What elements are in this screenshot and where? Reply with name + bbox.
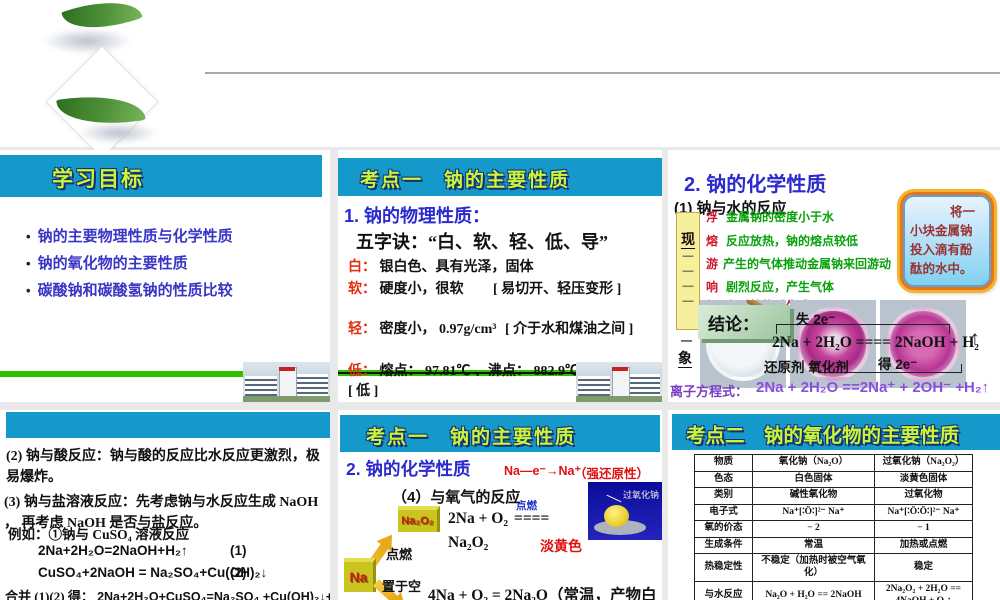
bullet-icon: •	[26, 229, 31, 244]
table-row: 与水反应 Na₂O + H₂O == 2NaOH 2Na₂O₂ + 2H₂O =…	[694, 581, 973, 600]
slide-title: 考点一 钠的主要性质	[360, 170, 571, 191]
phenomenon-desc: 金属钠的密度小于水	[726, 210, 835, 224]
lose-electrons-label: 失 2e⁻	[796, 312, 836, 327]
slow-oxidation-equation: 4Na + O₂ = 2Na₂O（常温，产物白	[428, 587, 657, 600]
equation-2-tag: (2)	[230, 565, 247, 580]
campus-photo	[576, 362, 662, 402]
slide-title: 考点二 钠的氧化物的主要性质	[686, 425, 960, 447]
phenomena-char: 象	[678, 350, 692, 368]
goal-item: • 钠的氧化物的主要性质	[26, 255, 188, 272]
slide-water-reaction: 2. 钠的化学性质 (1) 钠与水的反应 现 — — — — — 象 浮 金属钠…	[668, 150, 1000, 402]
slide-oxides-comparison: 考点二 钠的氧化物的主要性质 物质 氧化钠（Na₂O） 过氧化钠（Na₂O₂） …	[668, 410, 1000, 600]
header-band: 考点一 钠的主要性质	[338, 158, 662, 196]
section-title: 2. 钠的化学性质	[346, 459, 471, 479]
phenomenon-desc: 剧烈反应，产生气体	[726, 280, 835, 294]
color-note: 淡黄色	[540, 538, 582, 554]
phenomenon-desc: 反应放热，钠的熔点较低	[726, 234, 859, 248]
gain-electrons-label: 得 2e⁻	[878, 357, 918, 372]
property-item: 白： 银白色、具有光泽，固体	[348, 260, 534, 275]
peroxide-photo: 过氧化钠	[588, 482, 662, 540]
leaf-shadow	[78, 122, 158, 144]
equation-1-tag: (1)	[230, 543, 247, 558]
table-row: 生成条件 常温 加热或点燃	[694, 536, 973, 554]
slide-title: 考点一 钠的主要性质	[366, 427, 577, 448]
phenomenon-key: 响	[706, 280, 719, 294]
phenomenon-key: 游	[706, 257, 719, 271]
bullet-icon: •	[26, 256, 31, 271]
phenomenon-desc: 产生的气体推动金属钠来回游动	[723, 257, 892, 271]
peroxide-photo-label: 过氧化钠	[622, 490, 659, 500]
campus-photo	[243, 362, 330, 402]
phenomenon-key: 浮	[706, 210, 719, 224]
header-band: 考点二 钠的氧化物的主要性质	[672, 414, 1000, 450]
oxygen-equation-left: 2Na + O₂	[448, 510, 508, 527]
bullet-icon: •	[26, 283, 31, 298]
goal-item: • 钠的主要物理性质与化学性质	[26, 228, 233, 245]
header-band: 考点一 钠的主要性质	[340, 415, 660, 452]
mnemonic-text: 五字诀：“白、软、轻、低、导”	[356, 232, 608, 252]
table-row: 类别 碱性氧化物 过氧化物	[694, 487, 973, 505]
header-band	[6, 412, 330, 438]
combined-equation: 合并 (1)(2) 得： 2Na+2H₂O+CuSO₄=Na₂SO₄ +Cu(O…	[5, 589, 330, 600]
slide-acid-salt-reactions: (2) 钠与酸反应：钠与酸的反应比水反应更激烈，极易爆炸。 (3) 钠与盐溶液反…	[0, 410, 330, 600]
equation-1: 2Na+2H₂O=2NaOH+H₂↑	[38, 543, 188, 558]
slide-learning-goals: 学习目标 • 钠的主要物理性质与化学性质 • 钠的氧化物的主要性质 • 碳酸钠和碳酸氢…	[0, 150, 330, 402]
slide-oxygen-reaction: 考点一 钠的主要性质 2. 钠的化学性质 Na—e⁻→Na⁺ （强还原性） （4…	[338, 410, 662, 600]
na-box: Na	[344, 558, 376, 592]
divider-line	[205, 72, 1000, 74]
oxygen-equation-product: Na₂O₂	[448, 534, 489, 551]
phenomena-char: 现	[681, 231, 695, 249]
table-row: 热稳定性 不稳定（加热时被空气氧化） 稳定	[694, 553, 973, 582]
table-row: 物质 氧化钠（Na₂O） 过氧化钠（Na₂O₂）	[694, 454, 973, 472]
gas-up-arrow: ↑	[970, 328, 980, 349]
redox-note: Na—e⁻→Na⁺	[504, 464, 582, 478]
slide-physical-properties: 考点一 钠的主要性质 1. 钠的物理性质： 五字诀：“白、软、轻、低、导” 白：…	[338, 150, 662, 402]
section-title: 1. 钠的物理性质：	[344, 206, 491, 226]
subsection-title: （4）与氧气的反应	[392, 489, 521, 506]
table-row: 氧的价态 − 2 − 1	[694, 520, 973, 538]
slides-overview-page: 学习目标 • 钠的主要物理性质与化学性质 • 钠的氧化物的主要性质 • 碳酸钠和碳酸氢…	[0, 0, 1000, 600]
ionic-equation: 2Na + 2H₂O ==2Na⁺ + 2OH⁻ +H₂↑	[756, 379, 990, 396]
table-row: 电子式 Na⁺[∶Ö∶]²⁻ Na⁺ Na⁺[∶Ö∶Ö∶]²⁻ Na⁺	[694, 503, 973, 521]
header-band: 学习目标	[0, 155, 322, 197]
example-label: 例如：①钠与 CuSO₄ 溶液反应	[8, 527, 190, 542]
air-condition-label: 置于空	[382, 579, 422, 594]
na2o2-box: Na₂O₂	[398, 506, 440, 532]
reducer-oxidizer-label: 还原剂 氧化剂	[764, 360, 849, 375]
paragraph: (2) 钠与酸反应：钠与酸的反应比水反应更激烈，极易爆炸。	[6, 449, 320, 485]
goal-item: • 碳酸钠和碳酸氢钠的性质比较	[26, 282, 233, 299]
property-item: 软： 硬度小，很软 [ 易切开、轻压变形 ]	[348, 282, 622, 297]
oxides-comparison-table: 物质 氧化钠（Na₂O） 过氧化钠（Na₂O₂） 色态 白色固体 淡黄色固体 类…	[694, 454, 973, 600]
section-title: 2. 钠的化学性质	[684, 174, 827, 196]
property-item: 轻： 密度小， 0.97g/cm³ [ 介于水和煤油之间 ]	[348, 322, 634, 337]
ionic-equation-label: 离子方程式：	[670, 384, 749, 399]
phenomenon-key: 熔	[706, 234, 719, 248]
equation-sign: ====	[514, 510, 550, 527]
redox-strength-note: （强还原性）	[574, 467, 650, 481]
leaf-shadow	[42, 28, 132, 54]
experiment-note-box: 将一小块金属钠投入滴有酚酞的水中。	[900, 192, 994, 290]
water-equation: 2Na + 2H₂O ==== 2NaOH + H₂	[772, 334, 979, 351]
table-row: 色态 白色固体 淡黄色固体	[694, 470, 973, 488]
slide-title: 学习目标	[52, 168, 144, 191]
phenomena-label-box: 现 — — — —	[676, 212, 700, 330]
